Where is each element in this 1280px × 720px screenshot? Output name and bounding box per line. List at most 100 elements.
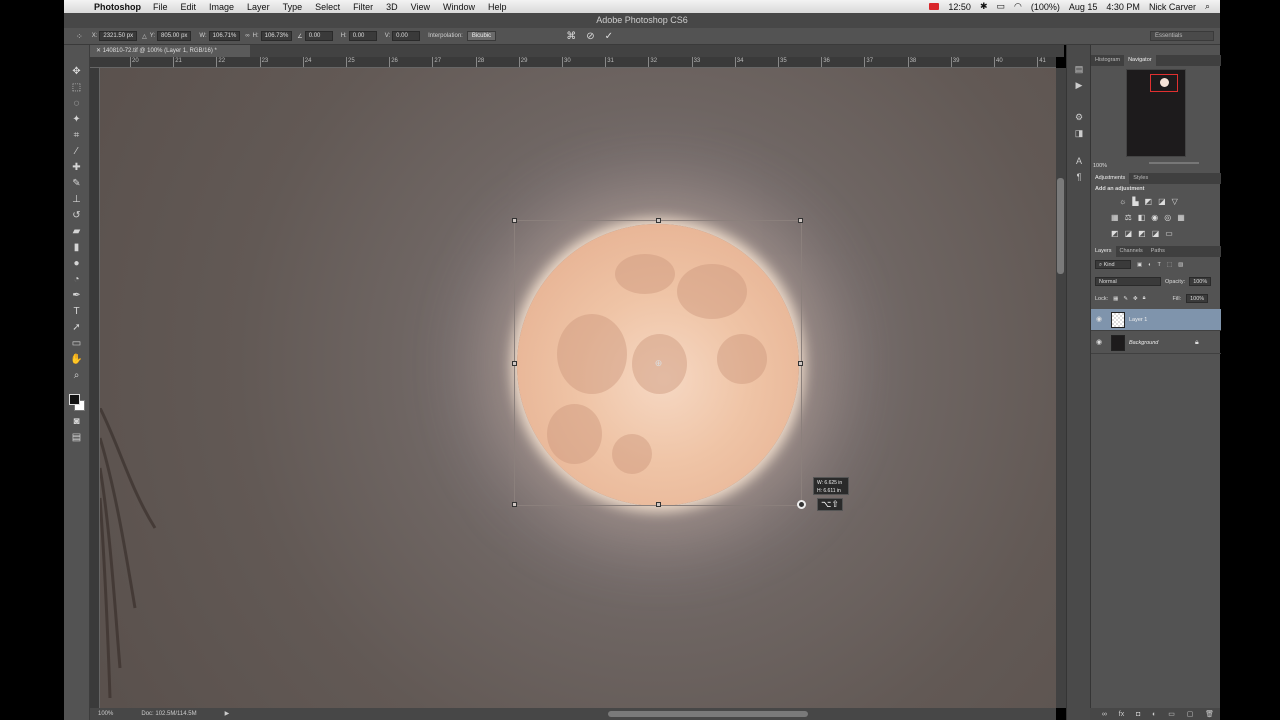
menu-view[interactable]: View (411, 2, 430, 12)
wifi-icon[interactable]: ◠ (1014, 1, 1022, 12)
close-tab-icon[interactable]: ✕ (96, 48, 103, 54)
tab-histogram[interactable]: Histogram (1091, 55, 1124, 66)
selective-color-icon[interactable]: ◪ (1152, 229, 1160, 238)
levels-icon[interactable]: ▙ (1132, 197, 1138, 206)
transform-handle-bottom[interactable] (656, 502, 661, 507)
document-canvas[interactable]: ⊕ (100, 68, 1056, 708)
transform-handle-bottom-left[interactable] (512, 502, 517, 507)
pen-tool-icon[interactable]: ✒ (70, 289, 83, 302)
layer-name[interactable]: Background (1129, 332, 1158, 354)
vertical-scrollbar[interactable] (1056, 68, 1066, 708)
layer-kind-filter[interactable]: ⌕ Kind (1095, 260, 1131, 269)
tab-adjustments[interactable]: Adjustments (1091, 173, 1130, 184)
vibrance-icon[interactable]: ▽ (1172, 197, 1178, 206)
horizontal-ruler[interactable]: 20 21 22 23 24 25 26 27 28 29 30 31 32 33 34 35 36 37 38 39… (90, 57, 1056, 68)
quick-mask-icon[interactable]: ◙ (70, 415, 83, 428)
angle-field[interactable]: 0.00 (304, 31, 333, 41)
layer-style-icon[interactable]: fx (1119, 711, 1124, 718)
document-info[interactable]: Doc: 102.5M/114.5M (141, 708, 196, 720)
move-tool-icon[interactable]: ✥ (70, 65, 83, 78)
transform-reference-icon[interactable]: ⁘ (76, 32, 83, 41)
filter-adjustment-icon[interactable]: ◐ (1148, 262, 1151, 268)
hand-tool-icon[interactable]: ✋ (70, 353, 83, 366)
workspace-switcher[interactable]: Essentials (1150, 31, 1214, 41)
visibility-eye-icon[interactable]: ◉ (1096, 309, 1102, 331)
navigator-zoom[interactable]: 100% (1093, 163, 1107, 169)
horizontal-scrollbar-thumb[interactable] (608, 711, 808, 717)
mirror-icon[interactable]: ▭ (996, 1, 1005, 12)
crop-tool-icon[interactable]: ⌗ (70, 129, 83, 142)
spotlight-search-icon[interactable]: ⌕ (1205, 1, 1210, 12)
new-adjustment-icon[interactable]: ◐ (1152, 711, 1156, 718)
brush-tool-icon[interactable]: ✎ (70, 177, 83, 190)
tab-layers[interactable]: Layers (1091, 246, 1116, 257)
tab-paths[interactable]: Paths (1147, 246, 1169, 257)
transform-handle-top-right[interactable] (798, 218, 803, 223)
new-group-icon[interactable]: ▭ (1168, 710, 1175, 718)
exposure-icon[interactable]: ◪ (1158, 197, 1166, 206)
bluetooth-icon[interactable]: ✱ (980, 1, 988, 12)
menu-app-name[interactable]: Photoshop (94, 2, 141, 12)
actions-panel-icon[interactable]: ▶ (1073, 79, 1085, 91)
brightness-contrast-icon[interactable]: ☼ (1119, 197, 1126, 206)
photo-filter-icon[interactable]: ◉ (1151, 213, 1158, 222)
channel-mixer-icon[interactable]: ◎ (1164, 213, 1171, 222)
interpolation-select[interactable]: Bicubic (466, 31, 497, 41)
menu-3d[interactable]: 3D (386, 2, 398, 12)
gradient-map-icon[interactable]: ▭ (1165, 229, 1173, 238)
height-field[interactable]: 106.73% (260, 31, 293, 41)
foreground-color-swatch[interactable] (69, 394, 80, 405)
menu-help[interactable]: Help (488, 2, 507, 12)
zoom-tool-icon[interactable]: ⌕ (70, 369, 83, 382)
menu-window[interactable]: Window (443, 2, 475, 12)
delete-layer-icon[interactable]: 🗑︎ (1205, 710, 1214, 718)
paragraph-panel-icon[interactable]: ¶ (1073, 171, 1085, 183)
menubar-user[interactable]: Nick Carver (1149, 2, 1196, 12)
y-position-field[interactable]: 805.00 px (157, 31, 192, 41)
menu-edit[interactable]: Edit (181, 2, 197, 12)
delta-icon[interactable]: △ (142, 33, 147, 40)
battery-percent[interactable]: (100%) (1031, 2, 1060, 12)
marquee-tool-icon[interactable]: ⬚ (70, 81, 83, 94)
hskew-field[interactable]: 0.00 (348, 31, 377, 41)
cancel-transform-icon[interactable]: ⊘ (586, 31, 594, 42)
eraser-tool-icon[interactable]: ▰ (70, 225, 83, 238)
menu-layer[interactable]: Layer (247, 2, 270, 12)
color-lookup-icon[interactable]: ▦ (1177, 213, 1185, 222)
menu-select[interactable]: Select (315, 2, 340, 12)
lock-position-icon[interactable]: ✥ (1133, 296, 1138, 302)
tab-navigator[interactable]: Navigator (1124, 55, 1156, 66)
clone-stamp-tool-icon[interactable]: ⊥ (70, 193, 83, 206)
eyedropper-tool-icon[interactable]: ⁄ (70, 145, 83, 158)
history-brush-tool-icon[interactable]: ↺ (70, 209, 83, 222)
transform-handle-left[interactable] (512, 361, 517, 366)
blend-mode-select[interactable]: Normal (1095, 277, 1161, 286)
opacity-field[interactable]: 100% (1189, 277, 1212, 286)
transform-pivot-icon[interactable]: ⊕ (654, 359, 663, 368)
screen-mode-icon[interactable]: ▤ (70, 431, 83, 444)
new-layer-icon[interactable]: ▢ (1187, 710, 1194, 718)
filter-pixel-icon[interactable]: ▣ (1137, 262, 1142, 268)
hue-saturation-icon[interactable]: ▦ (1111, 213, 1119, 222)
navigator-zoom-slider[interactable] (1149, 162, 1199, 164)
blur-tool-icon[interactable]: ● (70, 257, 83, 270)
menu-file[interactable]: File (153, 2, 168, 12)
path-selection-tool-icon[interactable]: ➚ (70, 321, 83, 334)
shape-tool-icon[interactable]: ▭ (70, 337, 83, 350)
layer-row-background[interactable]: ◉ Background 🔒︎ (1091, 332, 1221, 354)
tab-channels[interactable]: Channels (1116, 246, 1147, 257)
healing-brush-tool-icon[interactable]: ✚ (70, 161, 83, 174)
character-panel-icon[interactable]: A (1073, 155, 1085, 167)
zoom-level[interactable]: 100% (98, 708, 113, 720)
curves-icon[interactable]: ◩ (1145, 197, 1153, 206)
color-balance-icon[interactable]: ⚖ (1125, 213, 1132, 222)
x-position-field[interactable]: 2321.50 px (99, 31, 138, 41)
posterize-icon[interactable]: ◪ (1125, 229, 1133, 238)
transform-handle-right[interactable] (798, 361, 803, 366)
magic-wand-tool-icon[interactable]: ✦ (70, 113, 83, 126)
type-tool-icon[interactable]: T (70, 305, 83, 318)
lasso-tool-icon[interactable]: ◌ (70, 97, 83, 110)
fill-field[interactable]: 100% (1186, 294, 1209, 303)
lock-transparent-icon[interactable]: ▦ (1113, 296, 1118, 302)
menu-image[interactable]: Image (209, 2, 234, 12)
